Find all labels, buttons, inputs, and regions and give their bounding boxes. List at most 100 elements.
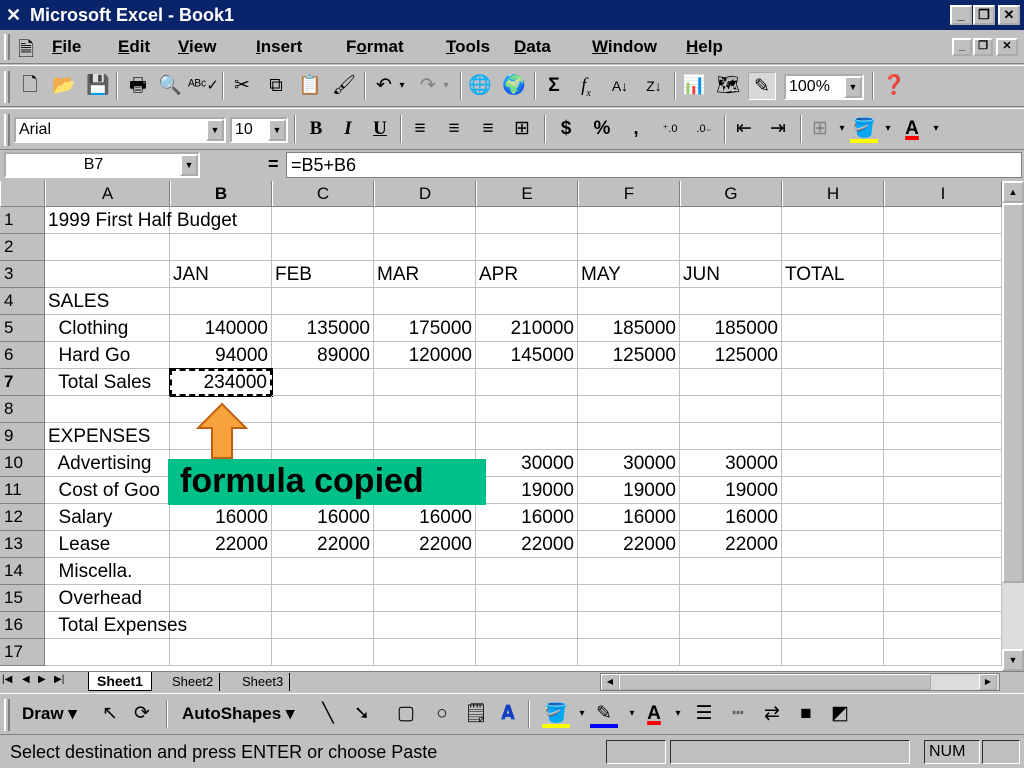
cell-c3[interactable]: FEB — [272, 261, 374, 288]
cell-i13[interactable] — [884, 531, 1002, 558]
cell-i12[interactable] — [884, 504, 1002, 531]
cell-a17[interactable] — [45, 639, 170, 666]
chevron-down-icon[interactable]: ▼ — [206, 119, 224, 141]
cell-c7[interactable] — [272, 369, 374, 396]
row-header-2[interactable]: 2 — [0, 234, 45, 261]
cell-h6[interactable] — [782, 342, 884, 369]
cell-f15[interactable] — [578, 585, 680, 612]
cell-b2[interactable] — [170, 234, 272, 261]
cell-c2[interactable] — [272, 234, 374, 261]
cell-e16[interactable] — [476, 612, 578, 639]
cell-g2[interactable] — [680, 234, 782, 261]
cell-f9[interactable] — [578, 423, 680, 450]
cell-h2[interactable] — [782, 234, 884, 261]
percent-button[interactable]: % — [588, 115, 616, 143]
sort-descending-icon[interactable]: Z↓ — [640, 72, 668, 100]
cell-g17[interactable] — [680, 639, 782, 666]
cell-a1[interactable]: 1999 First Half Budget — [45, 207, 237, 234]
column-header-f[interactable]: F — [578, 181, 680, 207]
cell-e15[interactable] — [476, 585, 578, 612]
menu-help[interactable]: Help — [686, 37, 723, 57]
align-left-icon[interactable]: ≡ — [406, 115, 434, 143]
column-header-h[interactable]: H — [782, 181, 884, 207]
cell-a2[interactable] — [45, 234, 170, 261]
cell-b15[interactable] — [170, 585, 272, 612]
cell-f8[interactable] — [578, 396, 680, 423]
cell-f7[interactable] — [578, 369, 680, 396]
chart-wizard-icon[interactable]: 📊 — [680, 72, 708, 100]
cell-a12[interactable]: Salary — [45, 504, 170, 531]
cell-c4[interactable] — [272, 288, 374, 315]
cell-h9[interactable] — [782, 423, 884, 450]
paste-icon[interactable]: 📋 — [296, 72, 324, 100]
open-icon[interactable]: 📂 — [50, 72, 78, 100]
row-header-7[interactable]: 7 — [0, 369, 45, 396]
menu-edit[interactable]: Edit — [118, 37, 150, 57]
cell-f3[interactable]: MAY — [578, 261, 680, 288]
doc-restore-button[interactable]: ❐ — [973, 38, 993, 56]
column-header-b[interactable]: B — [170, 181, 272, 207]
fill-color-icon[interactable]: 🪣 — [542, 700, 570, 728]
cell-g10[interactable]: 30000 — [680, 450, 782, 477]
copy-icon[interactable]: ⧉ — [262, 72, 290, 100]
align-center-icon[interactable]: ≡ — [440, 115, 468, 143]
tab-sheet2[interactable]: Sheet2 — [166, 673, 221, 691]
cell-a10[interactable]: Advertising — [45, 450, 170, 477]
cell-i17[interactable] — [884, 639, 1002, 666]
cell-c15[interactable] — [272, 585, 374, 612]
bold-button[interactable]: B — [302, 115, 330, 143]
cell-f14[interactable] — [578, 558, 680, 585]
cell-h11[interactable] — [782, 477, 884, 504]
free-rotate-icon[interactable]: ⟳ — [128, 700, 156, 728]
formula-input[interactable]: =B5+B6 — [286, 152, 1022, 178]
cell-h17[interactable] — [782, 639, 884, 666]
menu-format[interactable]: Format — [346, 37, 404, 57]
cell-d16[interactable] — [374, 612, 476, 639]
web-toolbar-icon[interactable]: 🌍 — [500, 72, 528, 100]
cell-h16[interactable] — [782, 612, 884, 639]
format-painter-icon[interactable]: 🖌 — [330, 72, 358, 100]
paste-function-icon[interactable]: fx — [572, 72, 600, 100]
cell-g1[interactable] — [680, 207, 782, 234]
scroll-up-icon[interactable]: ▲ — [1002, 181, 1024, 203]
chevron-down-icon[interactable]: ▾ — [664, 700, 692, 728]
hscroll-thumb[interactable] — [619, 674, 931, 690]
new-icon[interactable]: 🗋 — [16, 72, 44, 100]
chevron-down-icon[interactable]: ▼ — [844, 76, 862, 98]
cell-h8[interactable] — [782, 396, 884, 423]
cell-d5[interactable]: 175000 — [374, 315, 476, 342]
workbook-icon[interactable]: 🗎 — [18, 35, 34, 69]
align-right-icon[interactable]: ≡ — [474, 115, 502, 143]
line-color-icon[interactable]: ✎ — [590, 700, 618, 728]
cell-i16[interactable] — [884, 612, 1002, 639]
cell-d6[interactable]: 120000 — [374, 342, 476, 369]
cell-i15[interactable] — [884, 585, 1002, 612]
cell-d4[interactable] — [374, 288, 476, 315]
cell-e17[interactable] — [476, 639, 578, 666]
cell-g14[interactable] — [680, 558, 782, 585]
cell-a11[interactable]: Cost of Goo — [45, 477, 170, 504]
cell-e8[interactable] — [476, 396, 578, 423]
cell-e11[interactable]: 19000 — [476, 477, 578, 504]
menu-insert[interactable]: Insert — [256, 37, 302, 57]
cell-a5[interactable]: Clothing — [45, 315, 170, 342]
cell-f1[interactable] — [578, 207, 680, 234]
increase-decimal-icon[interactable]: ⁺.0 — [656, 115, 684, 143]
next-sheet-icon[interactable]: ▶ — [38, 674, 46, 685]
cell-i5[interactable] — [884, 315, 1002, 342]
cell-e6[interactable]: 145000 — [476, 342, 578, 369]
column-header-a[interactable]: A — [45, 181, 170, 207]
italic-button[interactable]: I — [334, 115, 362, 143]
cell-b4[interactable] — [170, 288, 272, 315]
vertical-scrollbar[interactable]: ▲ ▼ — [1002, 181, 1024, 671]
cell-i14[interactable] — [884, 558, 1002, 585]
draw-menu[interactable]: Draw ▾ — [22, 704, 77, 724]
cell-i11[interactable] — [884, 477, 1002, 504]
cell-g15[interactable] — [680, 585, 782, 612]
restore-button[interactable]: ❐ — [973, 5, 995, 25]
cell-b13[interactable]: 22000 — [170, 531, 272, 558]
cell-c8[interactable] — [272, 396, 374, 423]
row-header-15[interactable]: 15 — [0, 585, 45, 612]
cell-d13[interactable]: 22000 — [374, 531, 476, 558]
cell-f11[interactable]: 19000 — [578, 477, 680, 504]
